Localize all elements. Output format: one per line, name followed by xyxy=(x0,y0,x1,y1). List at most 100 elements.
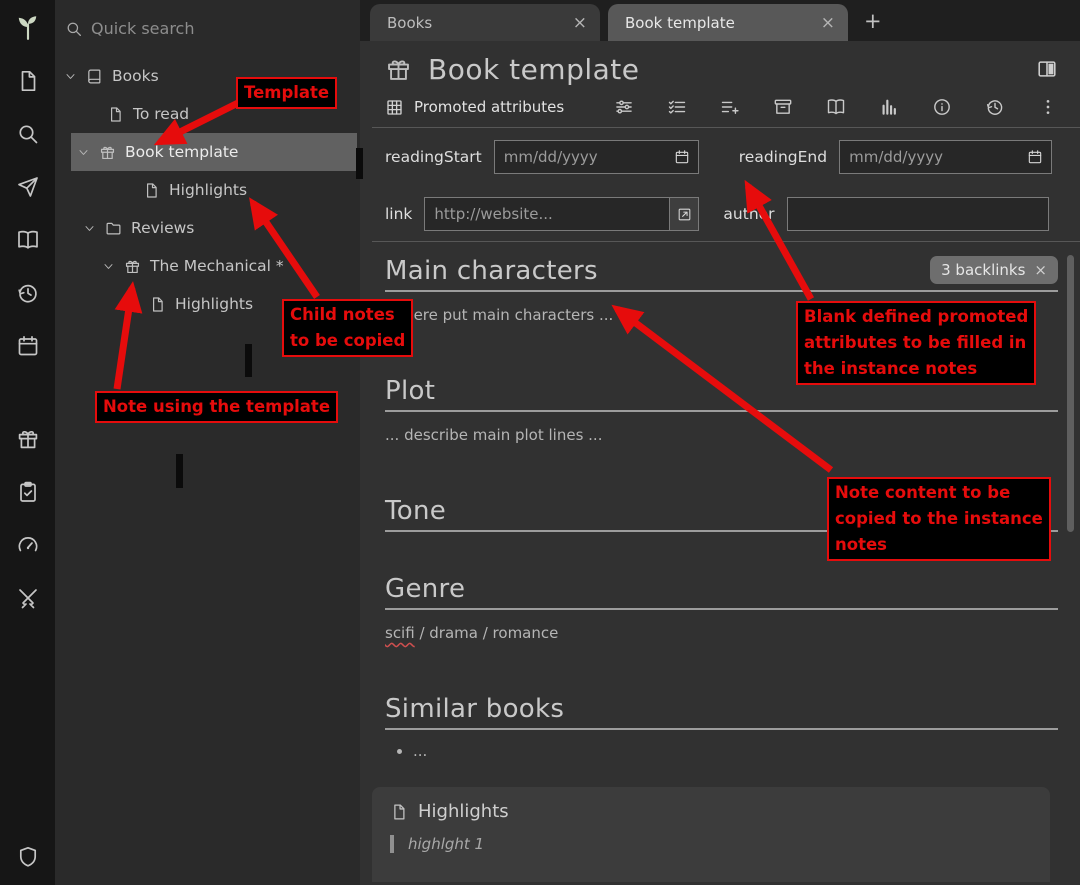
note-title[interactable]: Book template xyxy=(428,53,639,86)
misspelled-word[interactable]: scifi xyxy=(385,624,415,642)
section-heading[interactable]: Similar books xyxy=(385,694,1058,724)
note-paths-icon[interactable] xyxy=(773,97,793,117)
folder-icon xyxy=(105,220,131,237)
link-input[interactable] xyxy=(425,205,669,223)
template-box-icon xyxy=(124,258,150,275)
backlinks-badge[interactable]: 3 backlinks × xyxy=(930,256,1058,284)
heading-underline xyxy=(385,290,1058,292)
ribbon-icon-group xyxy=(614,97,1058,117)
crossed-swords-icon[interactable] xyxy=(0,571,55,624)
section-heading[interactable]: Genre xyxy=(385,574,1058,604)
tab-books[interactable]: Books × xyxy=(370,4,600,41)
child-note-quote[interactable]: highlght 1 xyxy=(390,835,1032,853)
inherited-attributes-icon[interactable] xyxy=(720,97,740,117)
author-input[interactable] xyxy=(788,205,1048,223)
scrollbar-thumb[interactable] xyxy=(1067,255,1074,532)
ribbon-active-tab-label[interactable]: Promoted attributes xyxy=(414,98,564,116)
heading-underline xyxy=(385,728,1058,730)
close-icon[interactable]: × xyxy=(821,13,835,33)
tree-item-highlights[interactable]: Highlights xyxy=(55,171,360,209)
similar-notes-icon[interactable] xyxy=(879,97,899,117)
link-field xyxy=(424,197,670,231)
new-tab-button[interactable]: + xyxy=(864,9,882,33)
heading-underline xyxy=(385,410,1058,412)
note-map-icon[interactable] xyxy=(826,97,846,117)
heading-underline xyxy=(385,608,1058,610)
tree-item-label: To read xyxy=(133,105,189,123)
promoted-attributes-row-2: link author xyxy=(385,197,1058,231)
attr-label-link: link xyxy=(385,205,412,223)
stray-cursor-mark xyxy=(176,454,183,488)
child-note-card[interactable]: Highlights highlght 1 xyxy=(372,787,1050,882)
chevron-down-icon[interactable] xyxy=(77,146,99,159)
note-icon xyxy=(390,803,408,821)
calendar-icon[interactable] xyxy=(0,319,55,372)
section-body[interactable]: ... describe main plot lines ... xyxy=(385,426,1058,446)
child-note-title[interactable]: Highlights xyxy=(418,801,509,822)
split-view-icon[interactable] xyxy=(1036,58,1058,80)
stray-cursor-mark xyxy=(245,344,252,377)
section-body[interactable]: scifi / drama / romance xyxy=(385,624,1058,644)
template-box-icon xyxy=(99,144,125,161)
section-genre: Genre scifi / drama / romance xyxy=(385,574,1058,644)
calendar-icon[interactable] xyxy=(674,149,690,165)
app-logo-icon[interactable] xyxy=(9,8,47,46)
note-icon xyxy=(149,296,175,313)
stray-cursor-mark xyxy=(356,148,363,179)
divider xyxy=(372,127,1080,128)
recent-changes-icon[interactable] xyxy=(0,266,55,319)
close-icon[interactable]: × xyxy=(573,13,587,33)
tree-item-reviews[interactable]: Reviews xyxy=(55,209,360,247)
tree-item-label: The Mechanical * xyxy=(150,257,284,275)
jump-to-icon[interactable] xyxy=(0,160,55,213)
tree-item-label: Highlights xyxy=(169,181,247,199)
template-box-icon xyxy=(385,56,412,83)
basic-properties-icon[interactable] xyxy=(614,97,634,117)
child-note-header: Highlights xyxy=(390,801,1032,822)
tasks-icon[interactable] xyxy=(0,465,55,518)
more-actions-icon[interactable] xyxy=(1038,97,1058,117)
reading-end-input[interactable] xyxy=(840,148,1027,166)
tree-item-the-mechanical[interactable]: The Mechanical * xyxy=(55,247,360,285)
reading-start-input[interactable] xyxy=(495,148,674,166)
backlinks-label: 3 backlinks xyxy=(941,261,1025,279)
chevron-down-icon[interactable] xyxy=(102,260,124,273)
note-info-icon[interactable] xyxy=(932,97,952,117)
link-field-group xyxy=(424,197,699,231)
owned-attributes-icon[interactable] xyxy=(667,97,687,117)
app-window: Books To read Book template Highlights R… xyxy=(0,0,1080,885)
open-external-link-icon[interactable] xyxy=(670,197,699,231)
note-icon xyxy=(107,106,133,123)
section-plot: Plot ... describe main plot lines ... xyxy=(385,376,1058,446)
author-field xyxy=(787,197,1049,231)
tab-book-template[interactable]: Book template × xyxy=(608,4,848,41)
protected-session-icon[interactable] xyxy=(0,830,55,883)
chevron-down-icon[interactable] xyxy=(64,70,86,83)
tab-label: Books xyxy=(387,14,432,32)
attr-label-reading-start: readingStart xyxy=(385,148,482,166)
search-icon xyxy=(65,20,83,38)
reading-end-field xyxy=(839,140,1052,174)
close-icon[interactable]: × xyxy=(1034,261,1047,279)
promoted-attributes-icon[interactable] xyxy=(385,98,404,117)
annotation-blank-attributes: Blank defined promoted attributes to be … xyxy=(796,301,1036,385)
bookmarks-icon[interactable] xyxy=(0,412,55,465)
tree-item-book-template[interactable]: Book template xyxy=(71,133,357,171)
list-item[interactable]: ... xyxy=(413,742,1058,760)
note-icon xyxy=(143,182,169,199)
new-note-icon[interactable] xyxy=(0,54,55,107)
quick-search-input[interactable] xyxy=(91,19,350,38)
promoted-attributes-row-1: readingStart readingEnd xyxy=(385,140,1058,174)
note-revisions-icon[interactable] xyxy=(985,97,1005,117)
calendar-icon[interactable] xyxy=(1027,149,1043,165)
book-icon xyxy=(86,68,112,85)
annotation-note-content: Note content to be copied to the instanc… xyxy=(827,477,1051,561)
dashboard-icon[interactable] xyxy=(0,518,55,571)
search-icon[interactable] xyxy=(0,107,55,160)
tab-bar: Books × Book template × + xyxy=(360,0,1080,41)
annotation-child-notes: Child notes to be copied xyxy=(282,299,413,357)
open-notes-icon[interactable] xyxy=(0,213,55,266)
ribbon: Promoted attributes xyxy=(385,95,1058,119)
tree-item-label: Book template xyxy=(125,143,238,161)
chevron-down-icon[interactable] xyxy=(83,222,105,235)
